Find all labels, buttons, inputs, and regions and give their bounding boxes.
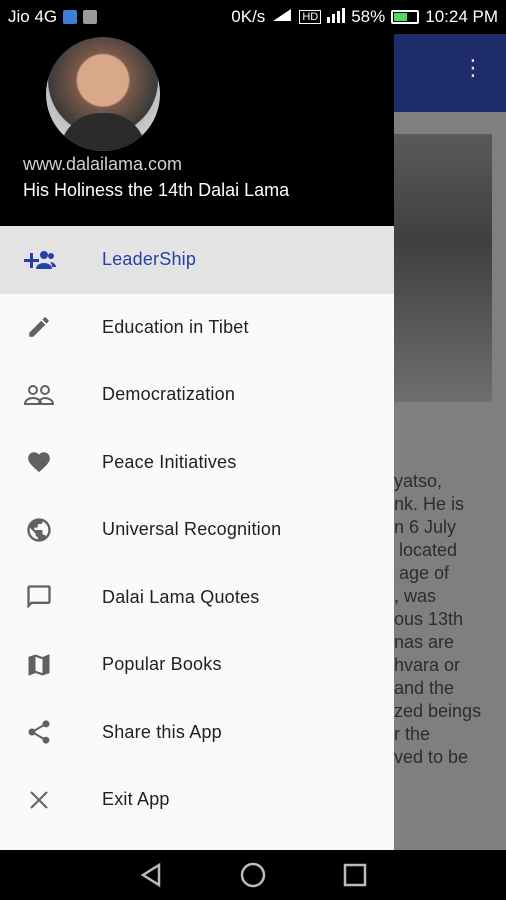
menu-label-share: Share this App [102, 721, 222, 742]
menu-label-recognition: Universal Recognition [102, 519, 282, 540]
drawer-menu: LeaderShip Education in Tibet Democratiz… [0, 226, 394, 834]
header-url: www.dalailama.com [23, 154, 183, 174]
header-title: His Holiness the 14th Dalai Lama [23, 180, 290, 200]
close-icon [22, 783, 56, 817]
pencil-icon [22, 310, 56, 344]
globe-icon [22, 513, 56, 547]
map-icon [22, 648, 56, 682]
back-button[interactable] [131, 855, 171, 895]
article-photo [394, 134, 492, 402]
menu-label-quotes: Dalai Lama Quotes [102, 586, 260, 607]
status-bar: Jio 4G 0K/s HD 58% 10:24 PM [0, 0, 506, 34]
menu-item-exit[interactable]: Exit App [0, 766, 394, 834]
signal-icon [271, 7, 293, 28]
menu-label-books: Popular Books [102, 654, 222, 675]
menu-label-exit: Exit App [102, 789, 170, 810]
add-group-icon [22, 243, 56, 277]
share-icon [22, 715, 56, 749]
navigation-drawer: www.dalailama.com His Holiness the 14th … [0, 34, 394, 850]
menu-item-leadership[interactable]: LeaderShip [0, 226, 394, 294]
upload-notification-icon [63, 10, 78, 24]
cell-signal-icon [327, 7, 346, 28]
heart-icon [22, 445, 56, 479]
menu-item-democratization[interactable]: Democratization [0, 361, 394, 429]
image-notification-icon [83, 10, 98, 24]
menu-label-leadership: LeaderShip [102, 249, 197, 270]
recents-button[interactable] [335, 855, 375, 895]
menu-label-peace: Peace Initiatives [102, 451, 237, 472]
overflow-menu-icon[interactable]: ⋮ [462, 57, 484, 79]
system-nav-bar [0, 850, 506, 900]
hd-icon: HD [299, 10, 322, 24]
menu-label-democratization: Democratization [102, 384, 236, 405]
menu-item-books[interactable]: Popular Books [0, 631, 394, 699]
menu-item-peace[interactable]: Peace Initiatives [0, 429, 394, 497]
menu-item-recognition[interactable]: Universal Recognition [0, 496, 394, 564]
network-speed: 0K/s [231, 7, 266, 26]
battery-icon [391, 10, 420, 24]
comment-icon [22, 580, 56, 614]
menu-item-quotes[interactable]: Dalai Lama Quotes [0, 564, 394, 632]
menu-item-share[interactable]: Share this App [0, 699, 394, 767]
avatar [46, 37, 160, 151]
carrier-label: Jio 4G [8, 7, 58, 26]
clock: 10:24 PM [425, 7, 498, 26]
menu-item-education[interactable]: Education in Tibet [0, 294, 394, 362]
battery-percent: 58% [351, 7, 386, 26]
article-text: yatso, nk. He is n 6 July located age of… [394, 471, 482, 767]
menu-label-education: Education in Tibet [102, 316, 249, 337]
home-button[interactable] [233, 855, 273, 895]
people-icon [22, 378, 56, 412]
drawer-header: www.dalailama.com His Holiness the 14th … [0, 34, 394, 226]
